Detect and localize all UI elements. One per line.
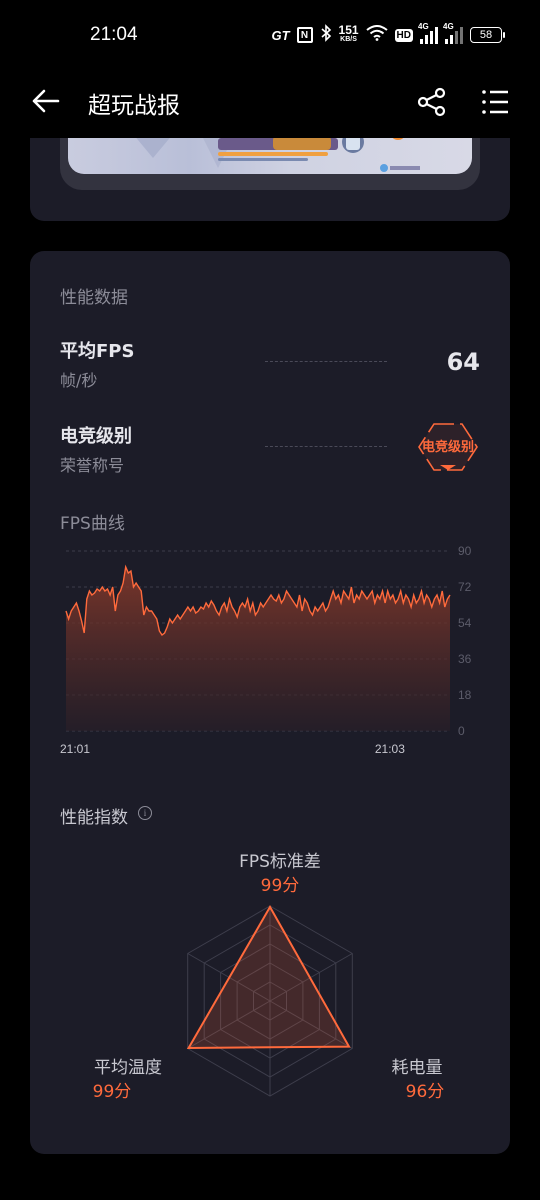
phone-frame	[60, 138, 480, 190]
esports-badge: 电竞级别	[416, 421, 480, 473]
y-tick-label: 36	[458, 652, 472, 666]
y-tick-label: 54	[458, 616, 472, 630]
x-tick-label: 21:03	[375, 742, 405, 756]
radar-score-fps-std: 99分	[260, 876, 300, 896]
divider-dash	[265, 361, 387, 362]
fps-area-fill	[66, 567, 450, 731]
status-bar: 21:04 GT N 151 KB/S HD 4G 4G 58	[0, 0, 540, 70]
gt-mode-icon: GT	[271, 27, 290, 43]
radar-label-temperature: 平均温度	[94, 1058, 162, 1078]
avg-fps-unit: 帧/秒	[60, 371, 98, 390]
network-type-2: 4G	[443, 22, 454, 31]
divider-dash	[265, 446, 387, 447]
page-title: 超玩战报	[88, 93, 180, 119]
bluetooth-icon	[320, 23, 332, 47]
nfc-icon: N	[296, 27, 313, 43]
network-speed-unit: KB/S	[340, 36, 357, 43]
back-button[interactable]	[30, 86, 64, 116]
avg-fps-value: 64	[446, 348, 480, 376]
list-menu-icon	[482, 90, 508, 114]
y-tick-label: 72	[458, 580, 472, 594]
performance-radar-chart	[186, 904, 353, 1097]
section-title-fps-curve: FPS曲线	[60, 514, 125, 534]
network-type-1: 4G	[418, 22, 429, 31]
performance-card: 性能数据 平均FPS 帧/秒 64 电竞级别 荣誉称号 电竞级别 FPS曲线 0…	[30, 251, 510, 1154]
esports-label: 电竞级别	[60, 426, 132, 447]
radar-label-power: 耗电量	[391, 1058, 443, 1078]
avg-fps-label: 平均FPS	[60, 341, 135, 362]
esports-subtitle: 荣誉称号	[60, 456, 125, 475]
network-speed-value: 151	[338, 23, 359, 37]
arrow-left-icon	[32, 89, 60, 113]
esports-badge-text: 电竞级别	[421, 440, 474, 455]
y-tick-label: 0	[458, 724, 465, 738]
y-tick-label: 90	[458, 544, 472, 558]
status-time: 21:04	[90, 24, 138, 45]
x-tick-label: 21:01	[60, 742, 90, 756]
radar-score-temperature: 99分	[92, 1082, 132, 1102]
radar-score-polygon	[186, 904, 351, 1050]
app-bar: 超玩战报	[0, 70, 540, 138]
menu-button[interactable]	[478, 86, 512, 118]
game-screenshot-card	[30, 138, 510, 221]
hd-voice-icon: HD	[394, 28, 413, 42]
radar-score-power: 96分	[405, 1082, 445, 1102]
radar-label-fps-std: FPS标准差	[239, 852, 321, 872]
share-icon	[417, 87, 446, 117]
fps-line-chart: 0 18 36 54 72 90 21:01 21:03	[60, 544, 472, 756]
y-tick-label: 18	[458, 688, 472, 702]
signal-icon-2: 4G	[443, 22, 463, 44]
status-icons: GT N 151 KB/S HD 4G 4G 58	[271, 22, 505, 47]
battery-icon: 58	[470, 27, 505, 43]
signal-icon-1: 4G	[418, 22, 438, 44]
info-icon[interactable]: i	[138, 806, 152, 820]
section-title-performance: 性能数据	[60, 288, 128, 308]
share-button[interactable]	[416, 86, 448, 118]
game-screenshot-image[interactable]	[68, 138, 472, 174]
wifi-icon	[365, 24, 388, 46]
section-title-performance-index: 性能指数	[60, 808, 128, 828]
network-speed: 151 KB/S	[338, 23, 359, 45]
